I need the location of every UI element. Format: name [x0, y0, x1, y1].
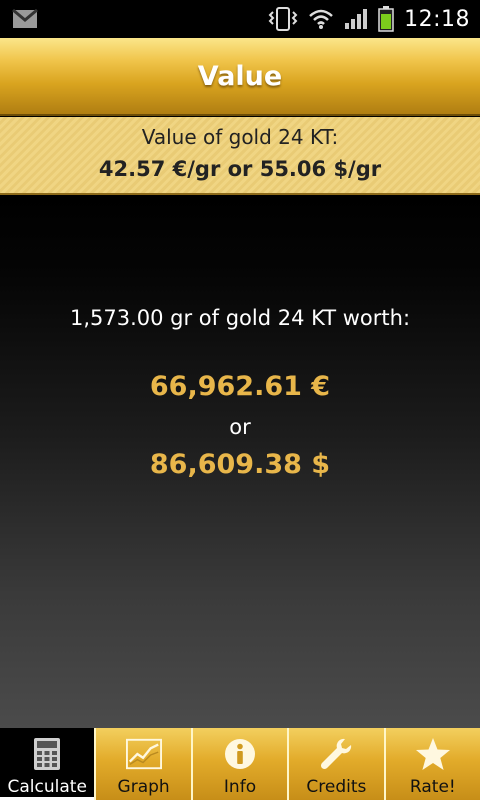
- tab-calculate-label: Calculate: [7, 777, 87, 797]
- tab-graph[interactable]: Graph: [94, 728, 191, 800]
- info-icon: [222, 736, 258, 772]
- star-icon: [415, 736, 451, 772]
- graph-icon: [125, 736, 162, 772]
- tab-credits-label: Credits: [306, 777, 367, 797]
- tab-rate[interactable]: Rate!: [383, 728, 480, 800]
- tab-bar: Calculate Graph Info Credits Rate!: [0, 728, 480, 800]
- worth-description: 1,573.00 gr of gold 24 KT worth:: [69, 306, 411, 330]
- tab-calculate[interactable]: Calculate: [0, 728, 95, 800]
- calculator-icon: [29, 736, 65, 772]
- vibrate-icon: [268, 7, 298, 31]
- wifi-icon: [308, 8, 334, 30]
- title-bar: Value: [0, 38, 480, 116]
- page-title: Value: [197, 60, 283, 92]
- gold-price-value: 42.57 €/gr or 55.06 $/gr: [98, 157, 382, 181]
- status-time: 12:18: [404, 6, 470, 32]
- usd-amount: 86,609.38 $: [149, 449, 331, 480]
- tab-credits[interactable]: Credits: [287, 728, 384, 800]
- gold-price-panel: Value of gold 24 KT: 42.57 €/gr or 55.06…: [0, 117, 480, 195]
- tab-info-label: Info: [223, 777, 257, 797]
- status-bar: 12:18: [0, 0, 480, 38]
- result-panel: 1,573.00 gr of gold 24 KT worth: 66,962.…: [0, 195, 480, 728]
- tab-info[interactable]: Info: [190, 728, 288, 800]
- eur-amount: 66,962.61 €: [149, 371, 331, 402]
- gmail-icon: [12, 8, 38, 29]
- tab-rate-label: Rate!: [409, 777, 456, 797]
- battery-icon: [378, 6, 394, 32]
- or-separator: or: [229, 415, 251, 439]
- gold-price-label: Value of gold 24 KT:: [141, 125, 339, 149]
- signal-icon: [344, 8, 368, 30]
- tab-graph-label: Graph: [117, 777, 170, 797]
- wrench-icon: [318, 736, 354, 772]
